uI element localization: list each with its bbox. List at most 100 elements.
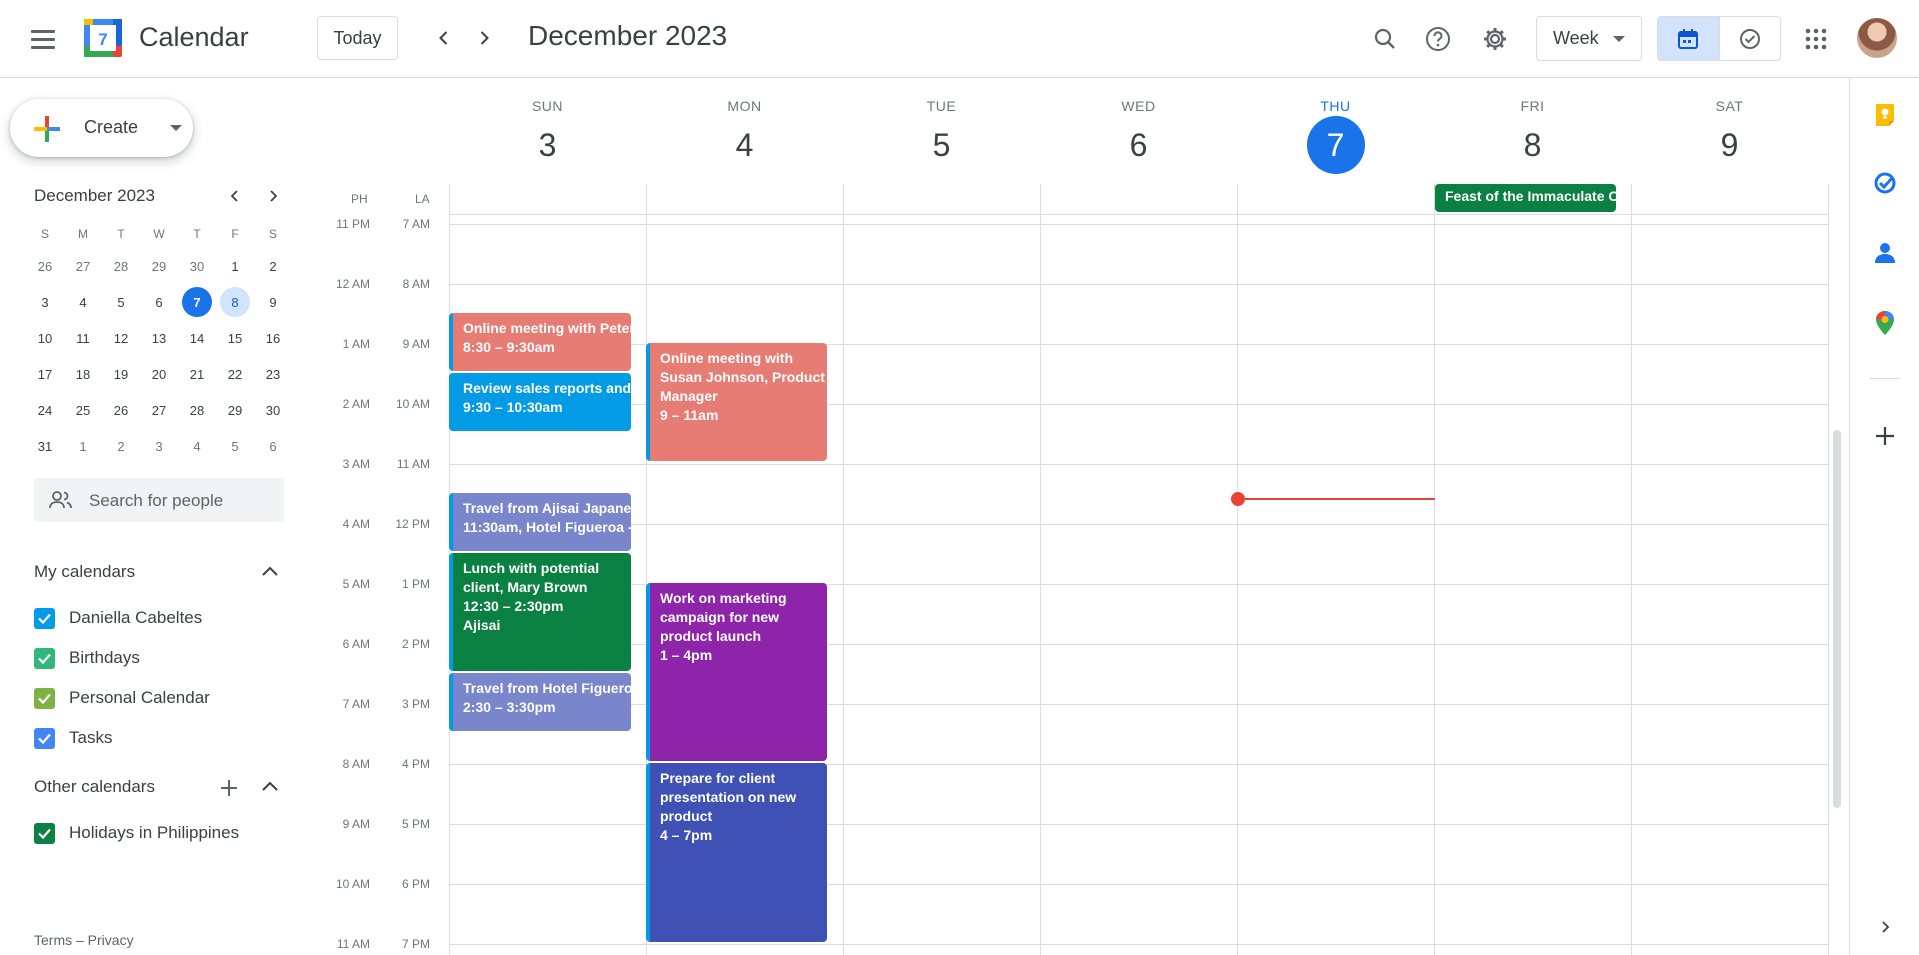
keep-button[interactable] — [1872, 102, 1898, 128]
mini-calendar-day[interactable]: 14 — [178, 320, 216, 356]
chevron-up-icon[interactable] — [260, 777, 280, 797]
google-apps-button[interactable] — [1797, 20, 1835, 58]
event-marketing-campaign[interactable]: Work on marketing campaign for new produ… — [646, 583, 827, 761]
event-review-sales-reports[interactable]: Review sales reports and 9:30 – 10:30am — [449, 373, 631, 431]
mini-calendar-day[interactable]: 13 — [140, 320, 178, 356]
tasks-button[interactable] — [1872, 170, 1898, 196]
hide-side-panel-button[interactable] — [1872, 914, 1898, 940]
terms-privacy-link[interactable]: Terms – Privacy — [34, 932, 134, 948]
calendar-view-toggle[interactable] — [1658, 17, 1719, 60]
mini-calendar-day[interactable]: 17 — [26, 356, 64, 392]
calendar-checkbox[interactable] — [34, 607, 55, 629]
mini-calendar-next-button[interactable] — [259, 182, 287, 210]
mini-calendar-day[interactable]: 23 — [254, 356, 292, 392]
calendar-checkbox[interactable] — [34, 647, 55, 669]
mini-calendar-day[interactable]: 9 — [254, 284, 292, 320]
my-calendars-title[interactable]: My calendars — [34, 562, 135, 582]
mini-calendar-day[interactable]: 12 — [102, 320, 140, 356]
calendar-checkbox[interactable] — [34, 822, 55, 844]
day-header-thu[interactable]: THU 7 — [1237, 98, 1434, 176]
day-header-fri[interactable]: FRI 8 — [1434, 98, 1631, 176]
mini-calendar-day[interactable]: 28 — [178, 392, 216, 428]
event-online-meeting-peter[interactable]: Online meeting with Peter 8:30 – 9:30am — [449, 313, 631, 371]
mini-calendar-day[interactable]: 19 — [102, 356, 140, 392]
mini-calendar-prev-button[interactable] — [221, 182, 249, 210]
day-header-sun[interactable]: SUN 3 — [449, 98, 646, 176]
mini-calendar-day[interactable]: 20 — [140, 356, 178, 392]
mini-calendar-day[interactable]: 22 — [216, 356, 254, 392]
other-calendars-title[interactable]: Other calendars — [34, 777, 155, 797]
mini-calendar-day[interactable]: 2 — [102, 428, 140, 464]
mini-calendar-day[interactable]: 8 — [216, 284, 254, 320]
mini-calendar-day[interactable]: 3 — [26, 284, 64, 320]
help-button[interactable] — [1419, 20, 1457, 58]
calendar-list-item[interactable]: Tasks — [34, 725, 112, 751]
event-travel-from-hotel-figueroa[interactable]: Travel from Hotel Figueroa 2:30 – 3:30pm — [449, 673, 631, 731]
calendar-list-item[interactable]: Daniella Cabeltes — [34, 605, 202, 631]
get-add-ons-button[interactable] — [1872, 423, 1898, 449]
all-day-event[interactable]: Feast of the Immaculate Conception — [1435, 184, 1616, 212]
mini-calendar-day[interactable]: 2 — [254, 248, 292, 284]
calendar-list-item[interactable]: Holidays in Philippines — [34, 820, 239, 846]
mini-calendar-day[interactable]: 1 — [64, 428, 102, 464]
mini-calendar-day[interactable]: 27 — [64, 248, 102, 284]
search-button[interactable] — [1366, 20, 1404, 58]
mini-calendar-day[interactable]: 26 — [102, 392, 140, 428]
calendar-checkbox[interactable] — [34, 687, 55, 709]
contacts-button[interactable] — [1872, 240, 1898, 266]
mini-calendar-day[interactable]: 29 — [216, 392, 254, 428]
mini-calendar-day[interactable]: 31 — [26, 428, 64, 464]
mini-calendar-day[interactable]: 6 — [254, 428, 292, 464]
search-people-input[interactable]: Search for people — [34, 478, 284, 522]
mini-calendar-day[interactable]: 27 — [140, 392, 178, 428]
main-menu-icon[interactable] — [24, 21, 64, 57]
mini-calendar-day[interactable]: 11 — [64, 320, 102, 356]
mini-calendar-day[interactable]: 4 — [64, 284, 102, 320]
mini-calendar-day[interactable]: 18 — [64, 356, 102, 392]
mini-calendar-day[interactable]: 6 — [140, 284, 178, 320]
mini-calendar-day[interactable]: 25 — [64, 392, 102, 428]
day-header-mon[interactable]: MON 4 — [646, 98, 843, 176]
add-calendar-plus-icon[interactable] — [219, 778, 239, 798]
chevron-up-icon[interactable] — [260, 562, 280, 582]
mini-calendar-day[interactable]: 30 — [254, 392, 292, 428]
mini-calendar-day[interactable]: 3 — [140, 428, 178, 464]
day-header-wed[interactable]: WED 6 — [1040, 98, 1237, 176]
mini-calendar-day[interactable]: 4 — [178, 428, 216, 464]
mini-calendar-day[interactable]: 29 — [140, 248, 178, 284]
mini-calendar-day[interactable]: 26 — [26, 248, 64, 284]
day-header-tue[interactable]: TUE 5 — [843, 98, 1040, 176]
mini-calendar-day[interactable]: 30 — [178, 248, 216, 284]
tasks-view-toggle[interactable] — [1718, 17, 1780, 60]
mini-calendar-day[interactable]: 24 — [26, 392, 64, 428]
create-button[interactable]: Create — [10, 99, 193, 157]
calendar-list-item[interactable]: Birthdays — [34, 645, 140, 671]
calendar-list-item[interactable]: Personal Calendar — [34, 685, 210, 711]
time-label-la: 11 AM — [396, 457, 430, 471]
mini-calendar-day[interactable]: 16 — [254, 320, 292, 356]
mini-calendar-day[interactable]: 21 — [178, 356, 216, 392]
mini-calendar-day[interactable]: 5 — [102, 284, 140, 320]
calendar-checkbox[interactable] — [34, 727, 55, 749]
mini-calendar-day[interactable]: 28 — [102, 248, 140, 284]
calendar-logo-icon[interactable]: 7 — [83, 18, 123, 58]
settings-button[interactable] — [1476, 20, 1514, 58]
event-client-presentation[interactable]: Prepare for client presentation on new p… — [646, 763, 827, 942]
view-selector[interactable]: Week — [1536, 16, 1642, 61]
event-lunch-mary-brown[interactable]: Lunch with potential client, Mary Brown … — [449, 553, 631, 671]
maps-button[interactable] — [1872, 310, 1898, 336]
mini-calendar-day[interactable]: 5 — [216, 428, 254, 464]
event-travel-from-ajisai[interactable]: Travel from Ajisai Japanese 11:30am, Hot… — [449, 493, 631, 551]
event-online-meeting-susan-johnson[interactable]: Online meeting with Susan Johnson, Produ… — [646, 343, 827, 461]
previous-week-button[interactable] — [428, 22, 460, 54]
mini-calendar-day[interactable]: 7 — [178, 284, 216, 320]
tasks-icon — [1874, 172, 1896, 194]
account-avatar[interactable] — [1857, 18, 1897, 58]
grid-scrollbar[interactable] — [1833, 430, 1841, 808]
mini-calendar-day[interactable]: 15 — [216, 320, 254, 356]
day-header-sat[interactable]: SAT 9 — [1631, 98, 1828, 176]
today-button[interactable]: Today — [317, 16, 398, 60]
next-week-button[interactable] — [468, 22, 500, 54]
mini-calendar-day[interactable]: 10 — [26, 320, 64, 356]
mini-calendar-day[interactable]: 1 — [216, 248, 254, 284]
